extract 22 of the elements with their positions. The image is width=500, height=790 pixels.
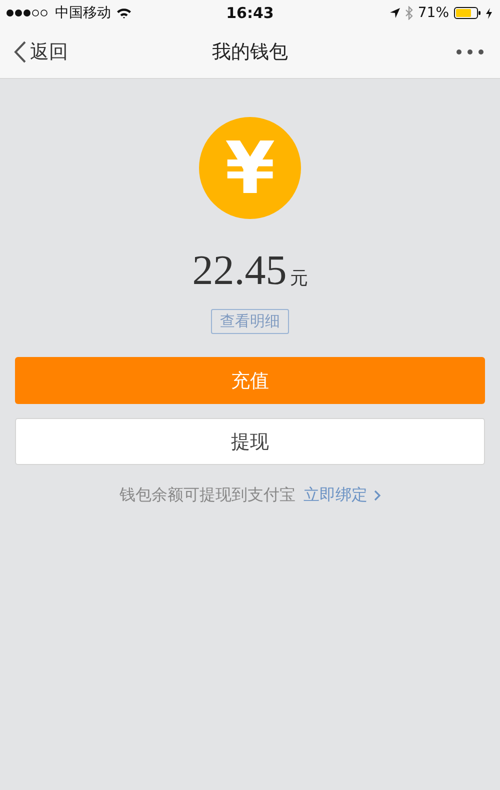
- bluetooth-icon: [404, 6, 413, 20]
- location-icon: [390, 8, 400, 18]
- battery-icon: [454, 7, 481, 19]
- battery-percent: 71%: [418, 5, 449, 21]
- yuan-coin-icon: ¥: [199, 117, 301, 219]
- withdraw-button[interactable]: 提现: [15, 418, 485, 465]
- back-link[interactable]: 返回: [14, 39, 68, 65]
- page-title: 我的钱包: [212, 40, 288, 65]
- carrier-name: 中国移动: [55, 4, 111, 22]
- status-time: 16:43: [226, 4, 274, 22]
- signal-icon: [6, 9, 50, 17]
- chevron-left-icon: [14, 41, 26, 63]
- balance-amount: 22.45: [192, 247, 287, 295]
- note-text: 钱包余额可提现到支付宝: [120, 485, 296, 506]
- recharge-button[interactable]: 充值: [15, 357, 485, 404]
- wifi-icon: [116, 7, 132, 19]
- details-button[interactable]: 查看明细: [211, 309, 289, 334]
- currency-unit: 元: [290, 267, 308, 290]
- more-icon[interactable]: [456, 49, 484, 55]
- bind-link[interactable]: 立即绑定: [304, 485, 380, 506]
- charging-icon: [486, 8, 492, 18]
- chevron-right-icon: [374, 490, 380, 501]
